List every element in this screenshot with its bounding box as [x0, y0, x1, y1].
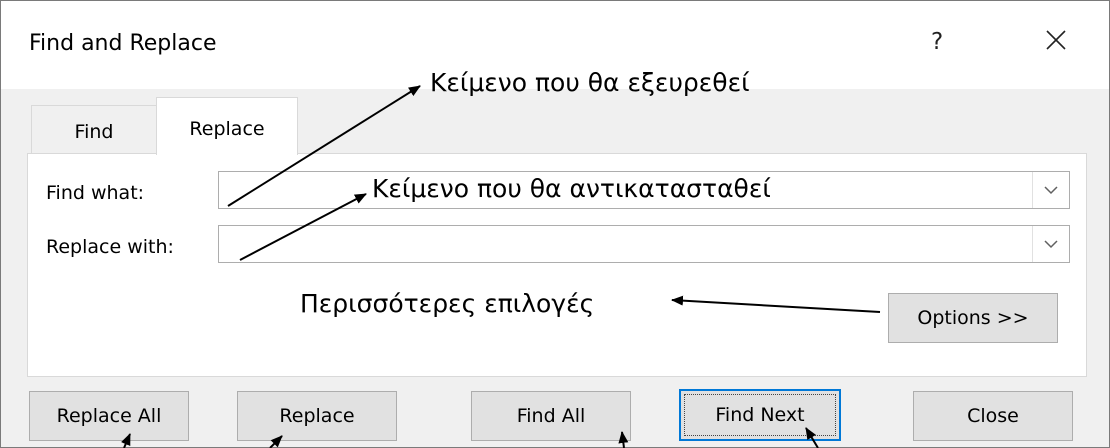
find-all-label: Find All: [516, 405, 586, 427]
tab-find[interactable]: Find: [31, 105, 157, 154]
replace-all-label: Replace All: [56, 405, 162, 427]
annotation-replace-text: Κείμενο που θα αντικατασταθεί: [372, 174, 771, 203]
tab-find-label: Find: [74, 121, 114, 143]
annotation-more-options: Περισσότερες επιλογές: [300, 289, 595, 318]
chevron-down-icon: [1044, 186, 1058, 195]
options-button[interactable]: Options >>: [888, 293, 1058, 343]
find-what-label: Find what:: [46, 182, 145, 204]
replace-with-label: Replace with:: [46, 236, 174, 258]
close-button[interactable]: Close: [913, 391, 1073, 441]
tab-replace-label: Replace: [189, 117, 265, 140]
replace-all-button[interactable]: Replace All: [29, 391, 189, 441]
find-next-button[interactable]: Find Next: [679, 389, 841, 441]
dialog-title: Find and Replace: [29, 31, 217, 56]
help-icon[interactable]: ?: [931, 29, 943, 55]
find-what-dropdown-button[interactable]: [1032, 172, 1069, 208]
replace-with-combobox[interactable]: [218, 225, 1070, 263]
options-button-label: Options >>: [917, 307, 1029, 329]
close-icon[interactable]: [1041, 25, 1071, 55]
replace-button[interactable]: Replace: [237, 391, 397, 441]
focus-rectangle: [684, 394, 836, 436]
find-all-button[interactable]: Find All: [471, 391, 631, 441]
tab-strip: Find Replace: [1, 89, 1109, 155]
close-label: Close: [967, 405, 1019, 427]
annotation-find-text: Κείμενο που θα εξευρεθεί: [430, 68, 750, 97]
tab-replace[interactable]: Replace: [156, 97, 298, 155]
chevron-down-icon: [1044, 240, 1058, 249]
replace-label: Replace: [279, 405, 355, 427]
replace-with-dropdown-button[interactable]: [1032, 226, 1069, 262]
